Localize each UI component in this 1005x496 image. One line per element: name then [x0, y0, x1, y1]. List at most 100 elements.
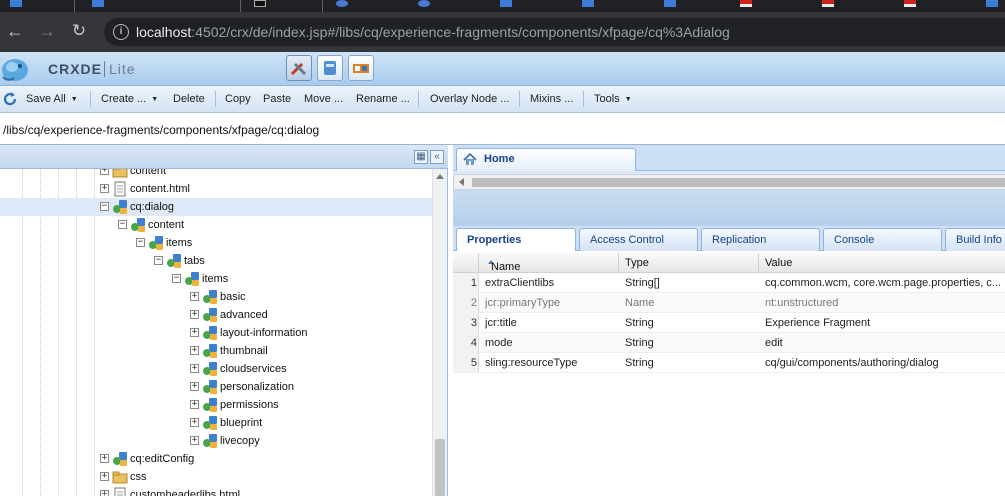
collapse-toggle-icon[interactable]: −: [172, 274, 181, 283]
collapse-left-icon[interactable]: «: [430, 150, 444, 164]
repository-mode-button[interactable]: [317, 55, 343, 81]
address-url[interactable]: localhost:4502/crx/de/index.jsp#/libs/cq…: [136, 24, 730, 40]
table-row[interactable]: 2 jcr:primaryType Name nt:unstructured: [453, 293, 1005, 313]
expand-toggle-icon[interactable]: +: [100, 472, 109, 481]
collapse-toggle-icon[interactable]: −: [100, 202, 109, 211]
table-row[interactable]: 3 jcr:title String Experience Fragment: [453, 313, 1005, 333]
address-path: :4502/crx/de/index.jsp#/libs/cq/experien…: [191, 24, 730, 40]
delete-button[interactable]: Delete: [173, 93, 205, 105]
column-header-type[interactable]: Type: [619, 253, 759, 273]
tree-node[interactable]: + blueprint: [0, 414, 432, 432]
table-row[interactable]: 1 extraClientlibs String[] cq.common.wcm, c…: [453, 273, 1005, 293]
site-info-icon[interactable]: i: [113, 24, 129, 40]
tree-node[interactable]: − items: [0, 270, 432, 288]
chevron-down-icon[interactable]: ▼: [151, 96, 158, 103]
tree-node-label: advanced: [220, 309, 268, 321]
tree-node-label: personalization: [220, 381, 294, 393]
reload-icon[interactable]: ↻: [68, 20, 90, 42]
expand-toggle-icon[interactable]: +: [100, 490, 109, 496]
forward-arrow-icon[interactable]: →: [36, 20, 58, 42]
tree-node[interactable]: + personalization: [0, 378, 432, 396]
create-button[interactable]: Create ... ▼: [101, 93, 158, 105]
expand-toggle-icon[interactable]: +: [190, 400, 199, 409]
address-bar[interactable]: i localhost:4502/crx/de/index.jsp#/libs/…: [104, 18, 1005, 46]
tab-favicon-icon: [92, 0, 104, 7]
expand-toggle-icon[interactable]: +: [190, 436, 199, 445]
tree-node[interactable]: + advanced: [0, 306, 432, 324]
tree-node[interactable]: + basic: [0, 288, 432, 306]
collapse-toggle-icon[interactable]: −: [154, 256, 163, 265]
package-mode-button[interactable]: [348, 55, 374, 81]
node-path[interactable]: /libs/cq/experience-fragments/components…: [3, 123, 319, 137]
tab-access-control[interactable]: Access Control: [579, 228, 698, 251]
collapse-toggle-icon[interactable]: −: [136, 238, 145, 247]
tree-node[interactable]: + content.html: [0, 180, 432, 198]
crxde-logo-icon: [2, 59, 28, 81]
row-cells: 3 jcr:title String Experience Fragment: [453, 313, 1005, 333]
tree-node[interactable]: − cq:dialog: [0, 198, 432, 216]
tab-favicon-icon: [986, 0, 998, 7]
tree-node[interactable]: + permissions: [0, 396, 432, 414]
tree-node[interactable]: + customheaderlibs.html: [0, 486, 432, 496]
collapse-toggle-icon[interactable]: −: [118, 220, 127, 229]
tab-properties[interactable]: Properties: [456, 228, 576, 251]
binoculars-icon[interactable]: ▦: [414, 150, 428, 164]
mixins-button[interactable]: Mixins ...: [530, 93, 573, 105]
expand-toggle-icon[interactable]: +: [100, 454, 109, 463]
app-header: CRXDE Lite: [0, 52, 1005, 86]
back-arrow-icon[interactable]: ←: [4, 20, 26, 42]
copy-button[interactable]: Copy: [225, 93, 251, 105]
tree-node[interactable]: − items: [0, 234, 432, 252]
tree-node[interactable]: + css: [0, 468, 432, 486]
tree-node[interactable]: + layout-information: [0, 324, 432, 342]
scroll-up-icon[interactable]: [436, 174, 444, 179]
toolbar-divider: [90, 91, 91, 107]
tools-button[interactable]: Tools ▼: [594, 93, 632, 105]
column-header-value[interactable]: Value: [759, 253, 1005, 273]
tree-scrollbar[interactable]: [432, 169, 447, 496]
chevron-down-icon[interactable]: ▼: [625, 96, 632, 103]
overlay-node-button[interactable]: Overlay Node ...: [430, 93, 509, 105]
rename-button[interactable]: Rename ...: [356, 93, 410, 105]
tree-node[interactable]: + content: [0, 169, 432, 180]
table-row[interactable]: 5 sling:resourceType String cq/gui/componen…: [453, 353, 1005, 373]
property-value: cq/gui/components/authoring/dialog: [765, 357, 939, 369]
table-row[interactable]: 4 mode String edit: [453, 333, 1005, 353]
scrollbar-thumb[interactable]: [472, 178, 1005, 187]
column-header-name[interactable]: Name: [479, 253, 619, 273]
tree-node[interactable]: + thumbnail: [0, 342, 432, 360]
package-icon: [353, 64, 369, 73]
editor-horizontal-scrollbar[interactable]: [453, 174, 1005, 190]
tree-node[interactable]: − tabs: [0, 252, 432, 270]
tree-node[interactable]: + cq:editConfig: [0, 450, 432, 468]
paste-button[interactable]: Paste: [263, 93, 291, 105]
expand-toggle-icon[interactable]: +: [190, 328, 199, 337]
develop-mode-button[interactable]: [286, 55, 312, 81]
expand-toggle-icon[interactable]: +: [190, 346, 199, 355]
tab-replication[interactable]: Replication: [701, 228, 820, 251]
expand-toggle-icon[interactable]: +: [100, 169, 109, 175]
tab-console[interactable]: Console: [823, 228, 942, 251]
refresh-icon[interactable]: [2, 91, 18, 107]
tab-home[interactable]: Home: [456, 148, 636, 171]
tab-divider: [322, 0, 323, 12]
node-icon: [203, 326, 217, 340]
expand-toggle-icon[interactable]: +: [100, 184, 109, 193]
scrollbar-thumb[interactable]: [435, 439, 445, 496]
expand-toggle-icon[interactable]: +: [190, 382, 199, 391]
save-all-button[interactable]: Save All ▼: [26, 93, 78, 105]
chevron-down-icon[interactable]: ▼: [71, 96, 78, 103]
main-toolbar: Save All ▼ Create ... ▼ Delete Copy Paste …: [0, 86, 1005, 113]
tab-build-info[interactable]: Build Info: [945, 228, 1005, 251]
expand-toggle-icon[interactable]: +: [190, 292, 199, 301]
node-path-bar[interactable]: /libs/cq/experience-fragments/components…: [0, 113, 1005, 145]
move-button[interactable]: Move ...: [304, 93, 343, 105]
browser-tab-strip[interactable]: [0, 0, 1005, 12]
scroll-left-icon[interactable]: [459, 178, 464, 186]
expand-toggle-icon[interactable]: +: [190, 364, 199, 373]
expand-toggle-icon[interactable]: +: [190, 310, 199, 319]
tree-node[interactable]: + cloudservices: [0, 360, 432, 378]
tree-node[interactable]: − content: [0, 216, 432, 234]
tree-node[interactable]: + livecopy: [0, 432, 432, 450]
expand-toggle-icon[interactable]: +: [190, 418, 199, 427]
